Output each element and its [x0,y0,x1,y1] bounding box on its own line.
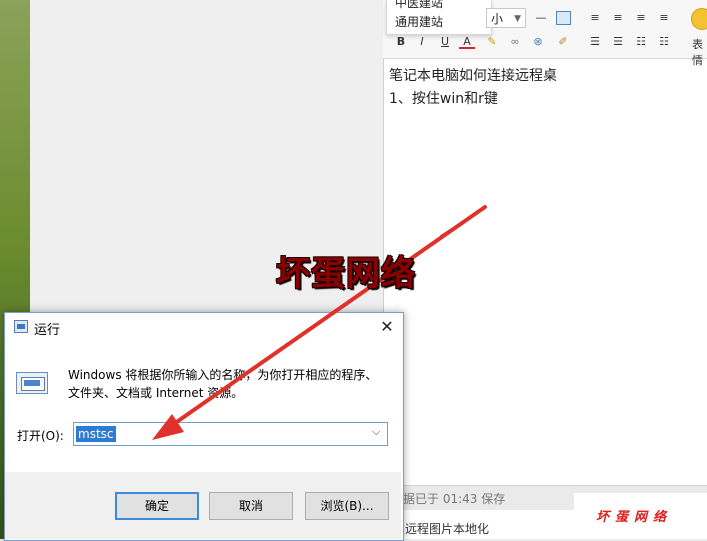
watermark-big: 坏蛋网络 [276,254,416,294]
arrow-tail [439,206,486,237]
arrow-shaft [166,205,487,430]
